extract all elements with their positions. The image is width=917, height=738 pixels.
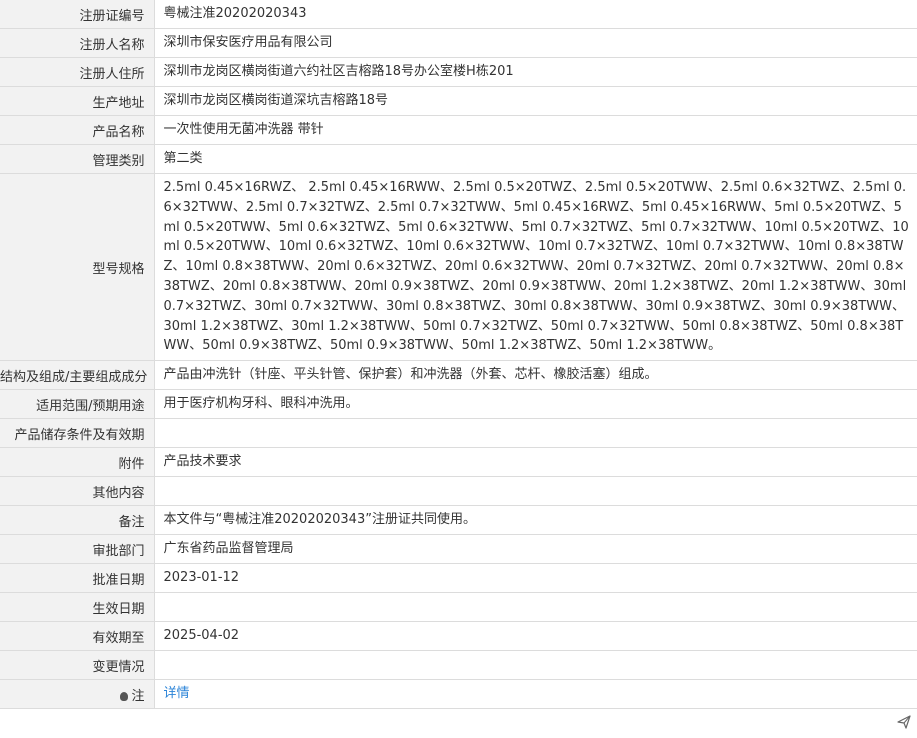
value-structure: 产品由冲洗针（针座、平头针管、保护套）和冲洗器（外套、芯杆、橡胶活塞）组成。 — [154, 360, 917, 391]
row-changes: 变更情况 — [0, 650, 917, 681]
value-effective-date — [154, 592, 917, 623]
row-effective-date: 生效日期 — [0, 592, 917, 623]
bulb-icon — [120, 691, 129, 701]
value-approval-date: 2023-01-12 — [154, 563, 917, 594]
value-other — [154, 476, 917, 507]
label-scope: 适用范围/预期用途 — [0, 389, 155, 420]
label-attachment: 附件 — [0, 447, 155, 478]
label-model-spec: 型号规格 — [0, 173, 155, 362]
value-approval-dept: 广东省药品监督管理局 — [154, 534, 917, 565]
value-management-class: 第二类 — [154, 144, 917, 174]
row-remarks: 备注 本文件与“粤械注准20202020343”注册证共同使用。 — [0, 505, 917, 536]
value-scope: 用于医疗机构牙科、眼科冲洗用。 — [154, 389, 917, 420]
row-model-spec: 型号规格 2.5ml 0.45×16RWZ、 2.5ml 0.45×16RWW、… — [0, 173, 917, 362]
label-approval-date: 批准日期 — [0, 563, 155, 594]
row-attachment: 附件 产品技术要求 — [0, 447, 917, 478]
value-registrant-name: 深圳市保安医疗用品有限公司 — [154, 28, 917, 58]
label-structure: 结构及组成/主要组成成分 — [0, 360, 155, 391]
value-production-address: 深圳市龙岗区横岗街道深坑吉榕路18号 — [154, 86, 917, 116]
label-registrant-name: 注册人名称 — [0, 28, 155, 58]
value-attachment: 产品技术要求 — [154, 447, 917, 478]
details-link[interactable]: 详情 — [164, 686, 190, 701]
note-label: 注 — [131, 688, 145, 704]
send-icon[interactable] — [897, 715, 911, 729]
value-product-name: 一次性使用无菌冲洗器 带针 — [154, 115, 917, 145]
label-management-class: 管理类别 — [0, 144, 155, 174]
label-changes: 变更情况 — [0, 650, 155, 681]
row-management-class: 管理类别 第二类 — [0, 144, 917, 174]
value-changes — [154, 650, 917, 681]
row-storage: 产品储存条件及有效期 — [0, 418, 917, 449]
label-remarks: 备注 — [0, 505, 155, 536]
value-registrant-address: 深圳市龙岗区横岗街道六约社区吉榕路18号办公室楼H栋201 — [154, 57, 917, 87]
value-storage — [154, 418, 917, 449]
row-registrant-address: 注册人住所 深圳市龙岗区横岗街道六约社区吉榕路18号办公室楼H栋201 — [0, 57, 917, 87]
label-storage: 产品储存条件及有效期 — [0, 418, 155, 449]
value-model-spec: 2.5ml 0.45×16RWZ、 2.5ml 0.45×16RWW、2.5ml… — [154, 173, 917, 362]
row-structure: 结构及组成/主要组成成分 产品由冲洗针（针座、平头针管、保护套）和冲洗器（外套、… — [0, 360, 917, 391]
label-other: 其他内容 — [0, 476, 155, 507]
value-valid-until: 2025-04-02 — [154, 621, 917, 652]
label-reg-number: 注册证编号 — [0, 0, 155, 29]
row-note: 注 详情 — [0, 679, 917, 710]
value-remarks: 本文件与“粤械注准20202020343”注册证共同使用。 — [154, 505, 917, 536]
row-approval-dept: 审批部门 广东省药品监督管理局 — [0, 534, 917, 565]
label-registrant-address: 注册人住所 — [0, 57, 155, 87]
value-reg-number: 粤械注准20202020343 — [154, 0, 917, 29]
row-product-name: 产品名称 一次性使用无菌冲洗器 带针 — [0, 115, 917, 145]
value-note: 详情 — [154, 679, 917, 710]
row-production-address: 生产地址 深圳市龙岗区横岗街道深坑吉榕路18号 — [0, 86, 917, 116]
row-other: 其他内容 — [0, 476, 917, 507]
row-approval-date: 批准日期 2023-01-12 — [0, 563, 917, 594]
label-note: 注 — [0, 679, 155, 710]
label-production-address: 生产地址 — [0, 86, 155, 116]
row-registrant-name: 注册人名称 深圳市保安医疗用品有限公司 — [0, 28, 917, 58]
row-valid-until: 有效期至 2025-04-02 — [0, 621, 917, 652]
registration-table: 注册证编号 粤械注准20202020343 注册人名称 深圳市保安医疗用品有限公… — [0, 0, 917, 710]
label-effective-date: 生效日期 — [0, 592, 155, 623]
label-valid-until: 有效期至 — [0, 621, 155, 652]
footer-bar — [0, 709, 917, 731]
label-approval-dept: 审批部门 — [0, 534, 155, 565]
label-product-name: 产品名称 — [0, 115, 155, 145]
row-reg-number: 注册证编号 粤械注准20202020343 — [0, 0, 917, 29]
row-scope: 适用范围/预期用途 用于医疗机构牙科、眼科冲洗用。 — [0, 389, 917, 420]
